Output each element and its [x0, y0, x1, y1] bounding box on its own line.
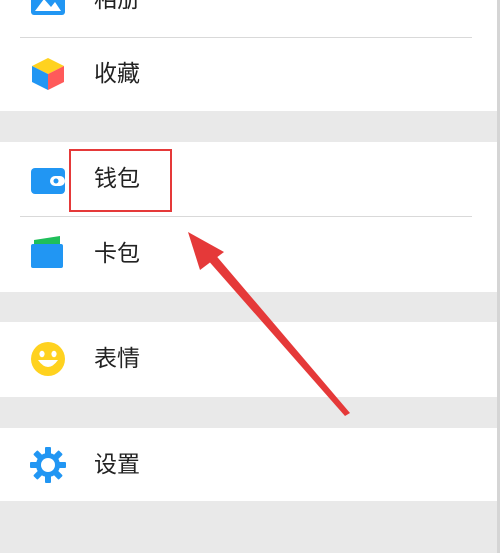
annotation-arrow-icon — [188, 232, 350, 416]
